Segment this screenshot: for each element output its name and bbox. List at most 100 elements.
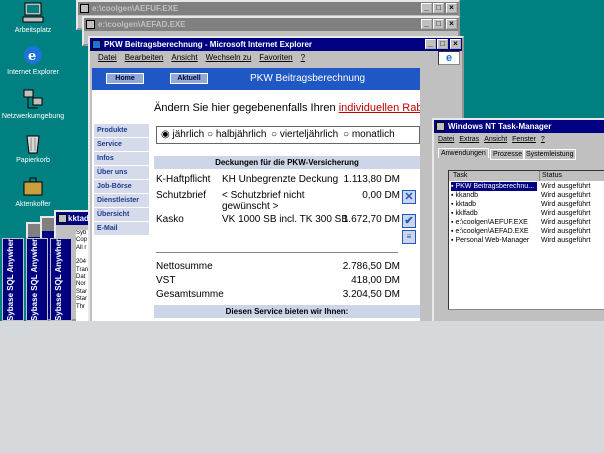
task-manager-titlebar[interactable]: Windows NT Task-Manager [434,120,604,133]
task-row[interactable]: ▪ kktadb [451,200,476,209]
aktuell-button[interactable]: Aktuell [170,73,208,84]
task-row[interactable]: ▪ PKW Beitragsberechnu... [451,182,537,191]
desktop-icon-netzwerkumgebung[interactable]: Netzwerkumgebung [0,88,66,121]
desktop-icon-label: Papierkorb [16,157,50,164]
menu-favoriten[interactable]: Favoriten [259,53,292,62]
tab-systemleistung[interactable]: Systemleistung [523,149,577,160]
sybase-window-1[interactable]: Sybase SQL Anywhere [2,238,24,321]
task-row[interactable]: ▪ e:\coolgen\AEFUF.EXE [451,218,528,227]
radio-jaehrlich[interactable]: ◉ jährlich [161,129,204,140]
remove-icon[interactable]: ✕ [402,190,416,204]
check-icon[interactable]: ✔ [402,214,416,228]
sidebar-item-job-boerse[interactable]: Job-Börse [94,180,149,194]
sidebar-item-ueber-uns[interactable]: Über uns [94,166,149,180]
desktop-icon-internet-explorer[interactable]: e Internet Explorer [0,44,66,77]
sidebar-item-dienstleister[interactable]: Dienstleister [94,194,149,208]
ie-icon: e [21,44,45,66]
window-aefuf-titlebar[interactable]: e:\coolgen\AEFUF.EXE _ □ × [78,2,458,15]
tab-anwendungen[interactable]: Anwendungen [438,148,489,158]
task-row[interactable]: ▪ e:\coolgen\AEFAD.EXE [451,227,529,236]
task-row[interactable]: ▪ Personal Web-Manager [451,236,529,245]
menu-help[interactable]: ? [541,136,545,143]
menu-ansicht[interactable]: Ansicht [171,53,197,62]
task-list[interactable]: Task Status ▪ PKW Beitragsberechnu... Wi… [448,170,604,310]
menu-fenster[interactable]: Fenster [512,136,536,143]
app-icon [58,214,67,223]
intro-text: Ändern Sie hier gegebenenfalls Ihren ind… [154,102,420,114]
task-row[interactable]: ▪ kkandb [451,191,478,200]
desktop-icon-arbeitsplatz[interactable]: Arbeitsplatz [0,2,66,35]
coverage-amount: 1.672,70 DM [342,214,400,225]
radio-monatlich[interactable]: ○ monatlich [343,129,395,140]
divider [156,252,398,253]
task-manager-menubar: Datei Extras Ansicht Fenster? [434,133,604,147]
maximize-button[interactable]: □ [433,19,444,29]
coverage-name: K-Haftpflicht [156,174,211,185]
minimize-button[interactable]: _ [421,19,432,29]
radio-vierteljaehrlich[interactable]: ○ vierteljährlich [271,129,338,140]
menu-help[interactable]: ? [301,53,305,62]
task-status: Wird ausgeführt [541,210,591,217]
minimize-button[interactable]: _ [421,3,432,13]
sybase-label: Sybase SQL Anywhere [6,238,15,321]
briefcase-icon [21,176,45,198]
desktop-icon-label: Arbeitsplatz [14,27,52,34]
coverage-amount: 0,00 DM [362,190,400,201]
computer-icon [21,2,45,24]
sidebar-item-infos[interactable]: Infos [94,152,149,166]
desktop-icon-papierkorb[interactable]: Papierkorb [0,132,66,165]
minimize-button[interactable]: _ [425,39,436,49]
window-kktadb-titlebar[interactable]: kktadb [56,212,92,225]
total-amount: 3.204,50 DM [342,289,400,300]
home-button[interactable]: Home [106,73,144,84]
radio-halbjaehrlich[interactable]: ○ halbjährlich [207,129,266,140]
maximize-button[interactable]: □ [437,39,448,49]
window-aefad-titlebar[interactable]: e:\coolgen\AEFAD.EXE _ □ × [84,18,458,31]
menu-extras[interactable]: Extras [459,136,479,143]
close-button[interactable]: × [446,3,457,13]
window-title: e:\coolgen\AEFAD.EXE [98,20,186,29]
ie-titlebar[interactable]: PKW Beitragsberechnung - Microsoft Inter… [90,38,462,51]
ie-page: Home Aktuell PKW Beitragsberechnung Prod… [92,68,420,321]
svg-text:e: e [28,49,36,64]
task-status: Wird ausgeführt [541,183,591,190]
menu-datei[interactable]: Datei [98,53,117,62]
sidebar-item-produkte[interactable]: Produkte [94,124,149,138]
maximize-button[interactable]: □ [433,3,444,13]
desktop-icon-label: Aktenkoffer [15,201,51,208]
tab-prozesse[interactable]: Prozesse [490,149,526,160]
column-status[interactable]: Status [539,171,562,181]
coverage-name: Kasko [156,214,184,225]
menu-datei[interactable]: Datei [438,136,454,143]
menu-wechseln-zu[interactable]: Wechseln zu [206,53,252,62]
coverage-name: Schutzbrief [156,190,207,201]
sidebar-item-service[interactable]: Service [94,138,149,152]
close-button[interactable]: × [446,19,457,29]
sybase-window-2[interactable]: Sybase SQL Anywhere [26,238,48,321]
desktop-icon-label: Netzwerkumgebung [1,113,65,120]
task-row[interactable]: ▪ kklfadb [451,209,478,218]
task-name: kklfadb [455,210,478,217]
ie-window[interactable]: PKW Beitragsberechnung - Microsoft Inter… [88,36,464,321]
menu-bearbeiten[interactable]: Bearbeiten [125,53,164,62]
desktop-icon-label: Internet Explorer [7,69,59,76]
close-button[interactable]: × [450,39,461,49]
coverage-desc: < Schutzbrief nicht gewünscht > [222,190,305,212]
task-name: e:\coolgen\AEFAD.EXE [455,228,529,235]
menu-ansicht[interactable]: Ansicht [484,136,507,143]
column-task[interactable]: Task [453,171,467,181]
task-manager-title: Windows NT Task-Manager [448,122,552,131]
info-icon[interactable]: ≡ [402,230,416,244]
desktop-icon-aktenkoffer[interactable]: Aktenkoffer [0,176,66,209]
sidebar-item-uebersicht[interactable]: Übersicht [94,208,149,222]
sidebar-item-email[interactable]: E-Mail [94,222,149,236]
total-label: Nettosumme [156,261,213,272]
sybase-window-3[interactable]: Sybase SQL Anywhere [50,238,72,321]
rabatt-link[interactable]: individuellen Rabatt [339,102,420,114]
total-amount: 418,00 DM [351,275,400,286]
task-status: Wird ausgeführt [541,228,591,235]
task-name: Personal Web-Manager [455,237,530,244]
task-status: Wird ausgeführt [541,219,591,226]
payment-options: ◉ jährlich ○ halbjährlich ○ vierteljährl… [156,126,420,144]
task-manager-window[interactable]: Windows NT Task-Manager Datei Extras Ansic… [432,118,604,321]
